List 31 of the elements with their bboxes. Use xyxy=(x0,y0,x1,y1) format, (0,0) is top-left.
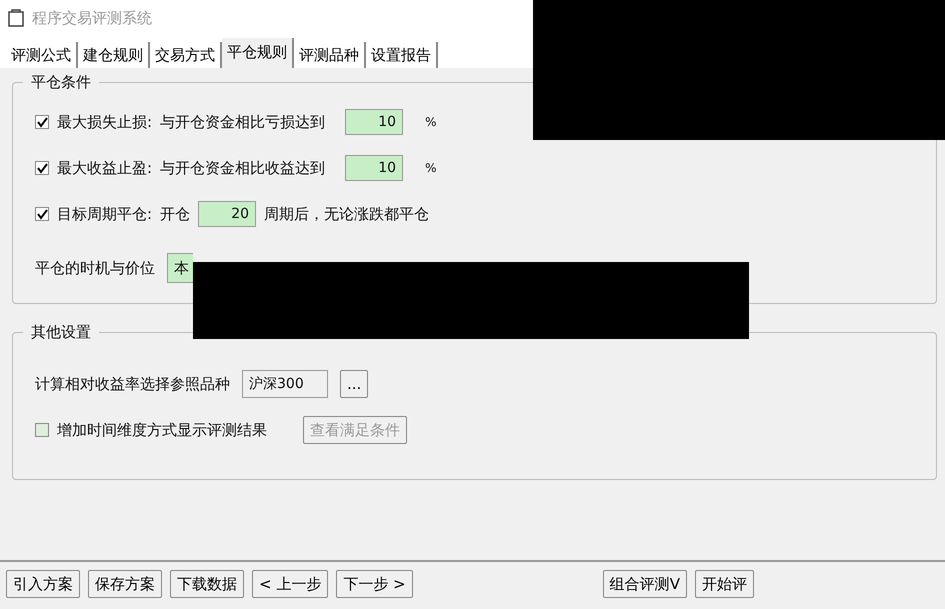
number-field[interactable]: 10 xyxy=(345,109,404,135)
unit-label: % xyxy=(425,160,436,177)
footer-button[interactable]: 组合评测V xyxy=(602,570,687,598)
unit-label: % xyxy=(425,114,436,131)
timing-label: 平仓的时机与价位 xyxy=(35,258,155,279)
option-label: 目标周期平仓: xyxy=(57,204,152,225)
footer-button[interactable]: < 上一步 xyxy=(252,570,328,598)
footer-button[interactable]: 保存方案 xyxy=(88,570,162,598)
reference-field[interactable]: 沪深300 xyxy=(242,370,328,398)
window-title: 程序交易评测系统 xyxy=(32,8,152,29)
timing-dropdown[interactable]: 本 xyxy=(167,253,193,283)
option-label: 增加时间维度方式显示评测结果 xyxy=(57,420,267,441)
checkbox[interactable] xyxy=(35,161,49,175)
browse-button[interactable]: ... xyxy=(340,370,368,398)
option-label: 最大收益止盈: xyxy=(57,158,152,179)
footer-button[interactable]: 下一步 > xyxy=(336,570,413,598)
option-label: 最大损失止损: xyxy=(57,112,152,133)
footer-button[interactable]: 引入方案 xyxy=(6,570,80,598)
number-field[interactable]: 20 xyxy=(198,201,256,227)
option-text: 开仓 xyxy=(160,204,190,225)
window-icon xyxy=(8,9,24,27)
option-text: 与开仓资金相比收益达到 xyxy=(160,158,326,179)
checkbox[interactable] xyxy=(35,115,49,129)
unit-label: 周期后，无论涨跌都平仓 xyxy=(264,204,430,225)
option-text: 与开仓资金相比亏损达到 xyxy=(160,112,326,133)
reference-label: 计算相对收益率选择参照品种 xyxy=(35,374,230,395)
footer-button[interactable]: 开始评 xyxy=(695,570,754,598)
checkbox[interactable] xyxy=(35,207,49,221)
footer-button[interactable]: 下载数据 xyxy=(170,570,244,598)
number-field[interactable]: 10 xyxy=(345,155,404,181)
tab[interactable]: 平仓规则 xyxy=(222,38,294,68)
